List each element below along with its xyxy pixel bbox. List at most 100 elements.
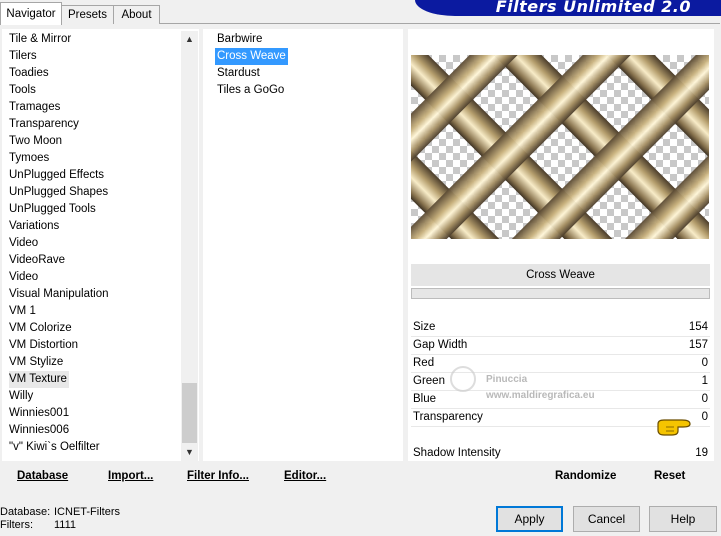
scroll-down-icon[interactable]: ▼: [181, 444, 198, 461]
category-item[interactable]: Visual Manipulation: [9, 286, 181, 303]
param-label: Size: [413, 321, 436, 333]
category-item[interactable]: Willy: [9, 388, 181, 405]
category-label: Two Moon: [9, 135, 63, 147]
param-label: Green: [413, 375, 445, 387]
reset-button[interactable]: Reset: [654, 470, 685, 482]
param-value: 0: [701, 393, 708, 405]
param-value: 0: [701, 357, 708, 369]
status-filters-label: Filters:: [0, 519, 33, 531]
param-value: 19: [695, 447, 708, 459]
help-button[interactable]: Help: [649, 506, 717, 532]
status-filters-value: 1111: [54, 519, 77, 531]
param-value: 157: [688, 339, 708, 351]
category-label: VM 1: [9, 305, 36, 317]
category-label: Visual Manipulation: [9, 288, 109, 300]
filter-item[interactable]: Barbwire: [217, 31, 397, 48]
category-item[interactable]: UnPlugged Effects: [9, 167, 181, 184]
param-row[interactable]: Size 154: [411, 319, 710, 336]
category-label: VideoRave: [9, 254, 66, 266]
category-item[interactable]: Transparency: [9, 116, 181, 133]
category-item[interactable]: Tools: [9, 82, 181, 99]
param-label: Blue: [413, 393, 437, 405]
filter-label: Stardust: [217, 67, 260, 79]
apply-button[interactable]: Apply: [496, 506, 563, 532]
filter-item[interactable]: Stardust: [217, 65, 397, 82]
watermark-name: Pinuccia: [486, 374, 528, 385]
category-label: Tymoes: [9, 152, 50, 164]
category-item[interactable]: VM Stylize: [9, 354, 181, 371]
filter-name-label: Cross Weave: [411, 264, 710, 286]
category-label: UnPlugged Tools: [9, 203, 96, 215]
category-label: Tile & Mirror: [9, 33, 72, 45]
category-item[interactable]: Winnies006: [9, 422, 181, 439]
param-label: Transparency: [413, 411, 483, 423]
filter-list[interactable]: Barbwire Cross Weave Stardust Tiles a GoGo: [215, 31, 397, 99]
filter-item[interactable]: Cross Weave: [215, 48, 397, 65]
param-label: Red: [413, 357, 435, 369]
tab-navigator[interactable]: Navigator: [0, 2, 62, 25]
database-button[interactable]: Database: [17, 470, 68, 482]
param-row[interactable]: Gap Width 157: [411, 337, 710, 354]
status-database: Database:: [0, 506, 50, 518]
category-label: Toadies: [9, 67, 49, 79]
randomize-button[interactable]: Randomize: [555, 470, 616, 482]
app-banner: Filters Unlimited 2.0: [415, 0, 721, 16]
category-item[interactable]: "v" Kiwi`s Oelfilter: [9, 439, 181, 456]
watermark-icon: [450, 366, 476, 392]
banner-title: Filters Unlimited 2.0: [495, 0, 691, 16]
filter-label: Tiles a GoGo: [217, 84, 285, 96]
category-label: Tramages: [9, 101, 61, 113]
category-item[interactable]: VM Texture: [9, 371, 69, 388]
category-item[interactable]: Tramages: [9, 99, 181, 116]
category-label: Tilers: [9, 50, 37, 62]
editor-button[interactable]: Editor...: [284, 470, 326, 482]
tab-presets[interactable]: Presets: [61, 5, 114, 24]
scroll-up-icon[interactable]: ▲: [181, 31, 198, 48]
param-value: 154: [688, 321, 708, 333]
category-item[interactable]: Variations: [9, 218, 181, 235]
filter-label: Cross Weave: [215, 48, 288, 65]
category-label: Winnies001: [9, 407, 70, 419]
category-item[interactable]: UnPlugged Shapes: [9, 184, 181, 201]
category-label: Winnies006: [9, 424, 70, 436]
category-label: VM Texture: [9, 373, 67, 385]
tab-about[interactable]: About: [113, 5, 160, 24]
category-label: Transparency: [9, 118, 79, 130]
category-item[interactable]: Video: [9, 269, 181, 286]
category-label: "v" Kiwi`s Oelfilter: [9, 441, 100, 453]
category-item[interactable]: VM 1: [9, 303, 181, 320]
category-label: Video: [9, 271, 39, 283]
category-item[interactable]: UnPlugged Tools: [9, 201, 181, 218]
category-scrollbar[interactable]: ▲ ▼: [181, 31, 198, 461]
category-item[interactable]: VM Distortion: [9, 337, 181, 354]
param-label: Shadow Intensity: [413, 447, 501, 459]
category-list[interactable]: Tile & Mirror Tilers Toadies Tools Tramages T…: [9, 31, 181, 456]
category-item[interactable]: Two Moon: [9, 133, 181, 150]
category-item[interactable]: VideoRave: [9, 252, 181, 269]
param-label: Gap Width: [413, 339, 468, 351]
hand-pointer-icon: [656, 416, 694, 438]
category-label: Variations: [9, 220, 60, 232]
category-item[interactable]: VM Colorize: [9, 320, 181, 337]
category-label: Video: [9, 237, 39, 249]
cancel-button[interactable]: Cancel: [573, 506, 640, 532]
progress-bar: [411, 288, 710, 299]
category-label: VM Stylize: [9, 356, 64, 368]
import-button[interactable]: Import...: [108, 470, 153, 482]
category-label: Tools: [9, 84, 36, 96]
category-item[interactable]: Tile & Mirror: [9, 31, 181, 48]
param-value: 1: [701, 375, 708, 387]
param-shadow-intensity[interactable]: Shadow Intensity 19: [411, 445, 710, 462]
preview-image: [411, 55, 709, 239]
category-item[interactable]: Tilers: [9, 48, 181, 65]
category-item[interactable]: Winnies001: [9, 405, 181, 422]
category-item[interactable]: Toadies: [9, 65, 181, 82]
category-item[interactable]: Video: [9, 235, 181, 252]
category-label: VM Distortion: [9, 339, 79, 351]
scroll-thumb[interactable]: [182, 383, 197, 443]
watermark-url: www.maldiregrafica.eu: [486, 390, 595, 401]
status-database-label: Database:: [0, 506, 51, 518]
category-item[interactable]: Tymoes: [9, 150, 181, 167]
filter-info-button[interactable]: Filter Info...: [187, 470, 249, 482]
filter-item[interactable]: Tiles a GoGo: [217, 82, 397, 99]
